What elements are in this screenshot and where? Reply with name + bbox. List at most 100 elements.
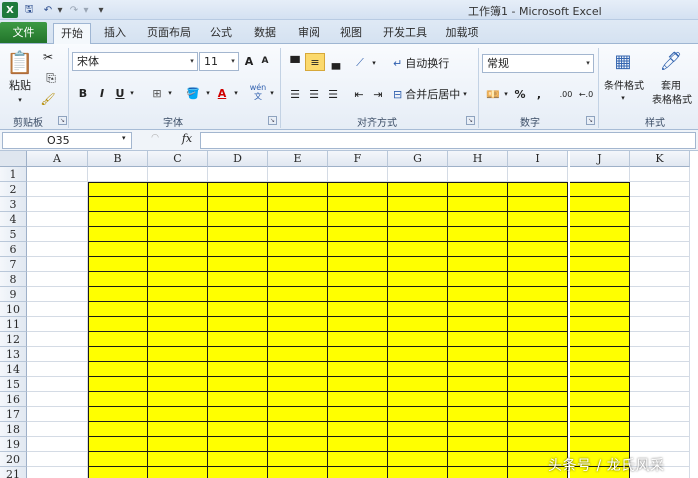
save-icon[interactable]: 🖫: [22, 2, 36, 18]
name-box-dropdown-icon[interactable]: ▾: [122, 134, 126, 142]
cell-i1[interactable]: [508, 167, 568, 182]
align-left-icon[interactable]: ☰: [286, 85, 304, 103]
cell-c7[interactable]: [148, 257, 208, 272]
cell-h15[interactable]: [448, 377, 508, 392]
cell-k7[interactable]: [630, 257, 690, 272]
format-as-table-label-1[interactable]: 套用: [656, 77, 686, 92]
cell-k8[interactable]: [630, 272, 690, 287]
cell-f20[interactable]: [328, 452, 388, 467]
cell-g19[interactable]: [388, 437, 448, 452]
cell-j9[interactable]: [570, 287, 630, 302]
italic-button[interactable]: I: [96, 84, 108, 102]
cell-g18[interactable]: [388, 422, 448, 437]
cell-a14[interactable]: [27, 362, 88, 377]
borders-icon[interactable]: ⊞: [148, 84, 166, 102]
cell-k3[interactable]: [630, 197, 690, 212]
select-all-corner[interactable]: [0, 151, 27, 167]
cell-e20[interactable]: [268, 452, 328, 467]
cell-d13[interactable]: [208, 347, 268, 362]
column-header-d[interactable]: D: [208, 151, 268, 167]
formula-input[interactable]: [200, 132, 696, 149]
shrink-font-button[interactable]: A: [258, 52, 272, 70]
row-header-3[interactable]: 3: [0, 197, 27, 212]
cell-i5[interactable]: [508, 227, 568, 242]
cell-f7[interactable]: [328, 257, 388, 272]
accounting-dropdown-icon[interactable]: ▾: [502, 85, 510, 103]
cell-k17[interactable]: [630, 407, 690, 422]
cell-e13[interactable]: [268, 347, 328, 362]
underline-dropdown-icon[interactable]: ▾: [128, 84, 136, 102]
cell-g2[interactable]: [388, 182, 448, 197]
comma-style-button[interactable]: ,: [532, 85, 546, 103]
decrease-indent-icon[interactable]: ⇤: [350, 85, 368, 103]
cell-b5[interactable]: [88, 227, 148, 242]
cell-k19[interactable]: [630, 437, 690, 452]
column-header-e[interactable]: E: [268, 151, 328, 167]
cell-a16[interactable]: [27, 392, 88, 407]
cell-k6[interactable]: [630, 242, 690, 257]
cell-a8[interactable]: [27, 272, 88, 287]
fill-color-dropdown-icon[interactable]: ▾: [204, 84, 212, 102]
tab-file[interactable]: 文件: [0, 22, 47, 43]
cell-e8[interactable]: [268, 272, 328, 287]
cell-c20[interactable]: [148, 452, 208, 467]
conditional-format-button[interactable]: 条件格式: [602, 77, 646, 92]
cell-c13[interactable]: [148, 347, 208, 362]
orientation-dropdown-icon[interactable]: ▾: [370, 54, 378, 72]
cell-h9[interactable]: [448, 287, 508, 302]
cell-f9[interactable]: [328, 287, 388, 302]
cell-e5[interactable]: [268, 227, 328, 242]
row-header-4[interactable]: 4: [0, 212, 27, 227]
format-as-table-icon[interactable]: 🖊: [658, 48, 684, 74]
cell-i8[interactable]: [508, 272, 568, 287]
cell-f1[interactable]: [328, 167, 388, 182]
redo-dropdown-icon[interactable]: ▾: [82, 2, 90, 18]
clipboard-launcher-icon[interactable]: ↘: [58, 116, 67, 125]
cell-b9[interactable]: [88, 287, 148, 302]
cell-b19[interactable]: [88, 437, 148, 452]
cell-f2[interactable]: [328, 182, 388, 197]
bold-button[interactable]: B: [76, 84, 90, 102]
font-launcher-icon[interactable]: ↘: [268, 116, 277, 125]
tab-formulas[interactable]: 公式: [204, 23, 238, 43]
cell-h11[interactable]: [448, 317, 508, 332]
cell-j3[interactable]: [570, 197, 630, 212]
cell-g14[interactable]: [388, 362, 448, 377]
cell-f16[interactable]: [328, 392, 388, 407]
format-as-table-button[interactable]: 表格格式: [646, 91, 698, 106]
cell-d6[interactable]: [208, 242, 268, 257]
cell-g21[interactable]: [388, 467, 448, 478]
row-header-10[interactable]: 10: [0, 302, 27, 317]
cell-g13[interactable]: [388, 347, 448, 362]
cell-d5[interactable]: [208, 227, 268, 242]
alignment-launcher-icon[interactable]: ↘: [466, 116, 475, 125]
cell-d20[interactable]: [208, 452, 268, 467]
name-box[interactable]: O35: [2, 132, 132, 149]
percent-style-button[interactable]: %: [512, 85, 528, 103]
cell-f21[interactable]: [328, 467, 388, 478]
column-header-c[interactable]: C: [148, 151, 208, 167]
cell-a9[interactable]: [27, 287, 88, 302]
cell-b1[interactable]: [88, 167, 148, 182]
cell-c12[interactable]: [148, 332, 208, 347]
cell-j10[interactable]: [570, 302, 630, 317]
cell-k10[interactable]: [630, 302, 690, 317]
row-header-9[interactable]: 9: [0, 287, 27, 302]
cell-e9[interactable]: [268, 287, 328, 302]
cell-j2[interactable]: [570, 182, 630, 197]
cell-j19[interactable]: [570, 437, 630, 452]
cell-f13[interactable]: [328, 347, 388, 362]
tab-view[interactable]: 视图: [334, 23, 368, 43]
increase-decimal-button[interactable]: .00: [556, 85, 576, 103]
row-header-2[interactable]: 2: [0, 182, 27, 197]
cell-h1[interactable]: [448, 167, 508, 182]
cell-a5[interactable]: [27, 227, 88, 242]
cell-b14[interactable]: [88, 362, 148, 377]
font-color-dropdown-icon[interactable]: ▾: [232, 84, 240, 102]
cell-b18[interactable]: [88, 422, 148, 437]
cell-e18[interactable]: [268, 422, 328, 437]
cell-a15[interactable]: [27, 377, 88, 392]
cell-a13[interactable]: [27, 347, 88, 362]
cell-i19[interactable]: [508, 437, 568, 452]
cell-c4[interactable]: [148, 212, 208, 227]
